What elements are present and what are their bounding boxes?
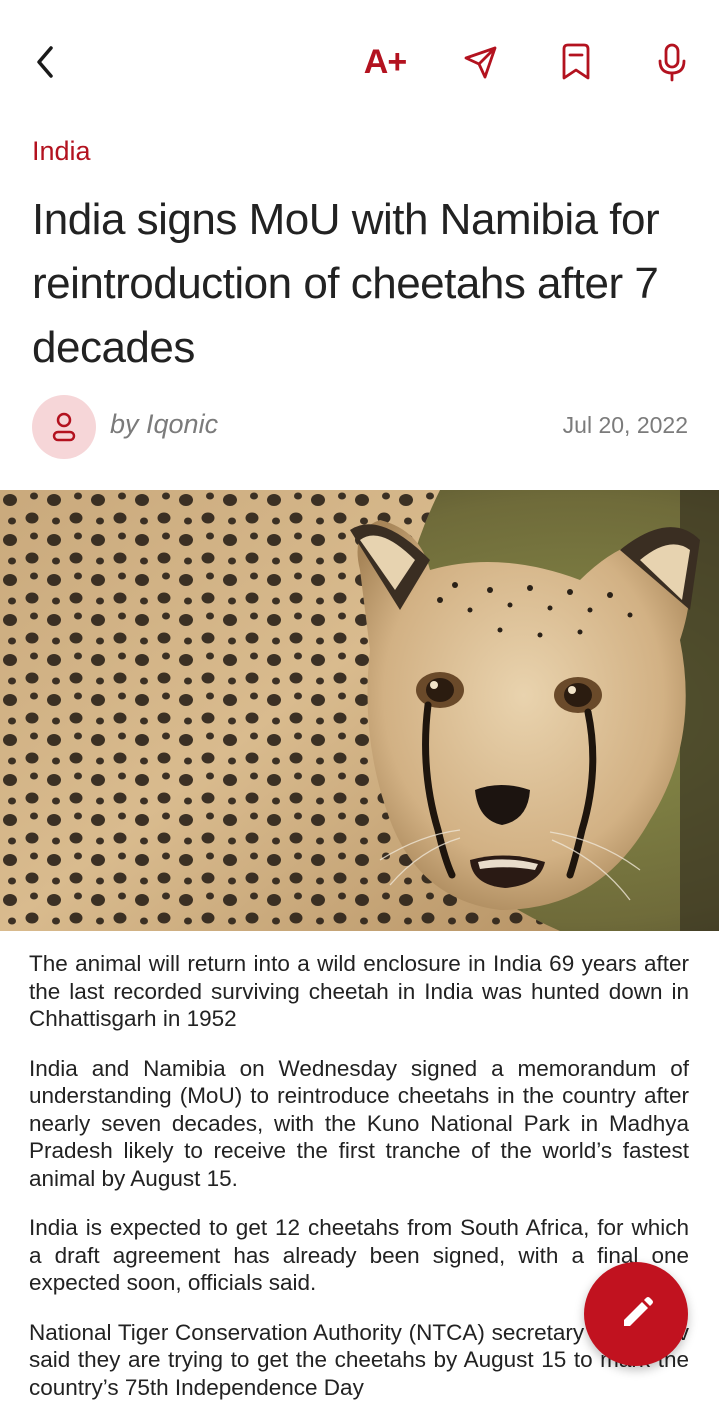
chevron-left-icon bbox=[37, 46, 53, 78]
bookmark-icon bbox=[562, 43, 590, 80]
article-paragraph: India and Namibia on Wednesday signed a … bbox=[29, 1055, 689, 1191]
comment-fab-button[interactable] bbox=[584, 1262, 688, 1366]
font-size-button[interactable]: A+ bbox=[360, 40, 410, 84]
author-row: by Iqonic Jul 20, 2022 bbox=[32, 395, 688, 459]
pencil-icon bbox=[624, 1297, 653, 1326]
article-paragraph: India is expected to get 12 cheetahs fro… bbox=[29, 1215, 689, 1295]
send-icon bbox=[464, 46, 497, 79]
cheetah-photo bbox=[0, 490, 719, 931]
article-paragraph: The animal will return into a wild enclo… bbox=[29, 951, 689, 1031]
article-category[interactable]: India bbox=[32, 136, 91, 167]
avatar[interactable] bbox=[32, 395, 96, 459]
article-title: India signs MoU with Namibia for reintro… bbox=[32, 195, 660, 372]
bookmark-button[interactable] bbox=[554, 40, 598, 84]
top-toolbar: A+ bbox=[0, 0, 719, 122]
user-icon bbox=[52, 412, 76, 442]
article-body: The animal will return into a wild enclo… bbox=[29, 950, 689, 1423]
author-name[interactable]: by Iqonic bbox=[110, 409, 218, 440]
microphone-button[interactable] bbox=[650, 40, 694, 84]
article-image bbox=[0, 490, 719, 931]
share-button[interactable] bbox=[458, 40, 502, 84]
back-button[interactable] bbox=[24, 40, 68, 84]
microphone-icon bbox=[658, 43, 686, 82]
publish-date: Jul 20, 2022 bbox=[562, 412, 688, 438]
